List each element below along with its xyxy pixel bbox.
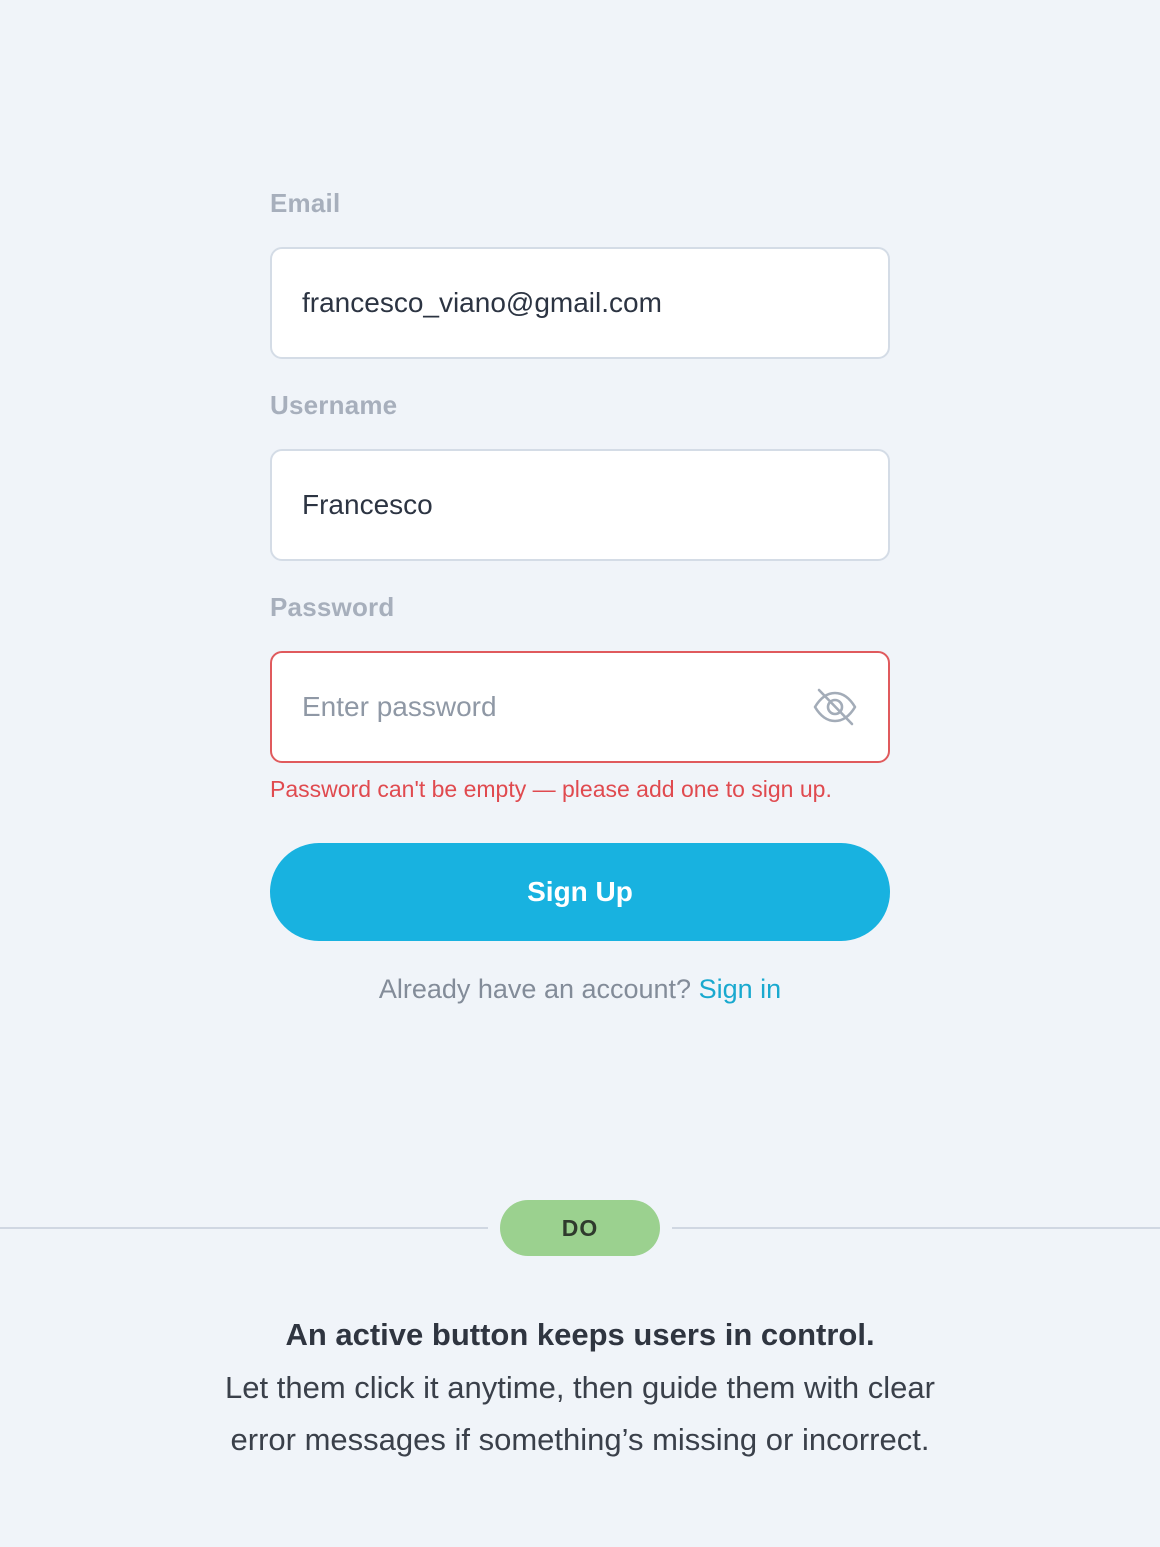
password-field[interactable]: Enter password xyxy=(270,651,890,763)
email-field[interactable]: francesco_viano@gmail.com xyxy=(270,247,890,359)
do-badge: DO xyxy=(500,1200,660,1256)
caption: An active button keeps users in control.… xyxy=(80,1312,1080,1466)
password-label: Password xyxy=(270,592,395,622)
caption-title: An active button keeps users in control. xyxy=(285,1317,875,1352)
username-value: Francesco xyxy=(302,489,433,520)
username-label: Username xyxy=(270,390,398,420)
email-label: Email xyxy=(270,188,341,218)
divider-left xyxy=(0,1227,488,1229)
password-placeholder: Enter password xyxy=(302,691,497,722)
sign-up-button[interactable]: Sign Up xyxy=(270,843,890,941)
divider-right xyxy=(672,1227,1160,1229)
caption-body-line-2: error messages if something’s missing or… xyxy=(230,1422,930,1457)
signup-page: Email francesco_viano@gmail.com Username… xyxy=(0,0,1160,1547)
username-field[interactable]: Francesco xyxy=(270,449,890,561)
signin-prompt-row: Already have an account? Sign in xyxy=(270,974,890,1005)
caption-body: Let them click it anytime, then guide th… xyxy=(80,1362,1080,1466)
email-value: francesco_viano@gmail.com xyxy=(302,287,662,318)
password-error-message: Password can't be empty — please add one… xyxy=(270,776,832,802)
caption-body-line-1: Let them click it anytime, then guide th… xyxy=(225,1370,935,1405)
signin-prompt-text: Already have an account? xyxy=(378,974,692,1004)
sign-in-link[interactable]: Sign in xyxy=(699,974,782,1004)
eye-off-icon[interactable] xyxy=(812,684,858,730)
